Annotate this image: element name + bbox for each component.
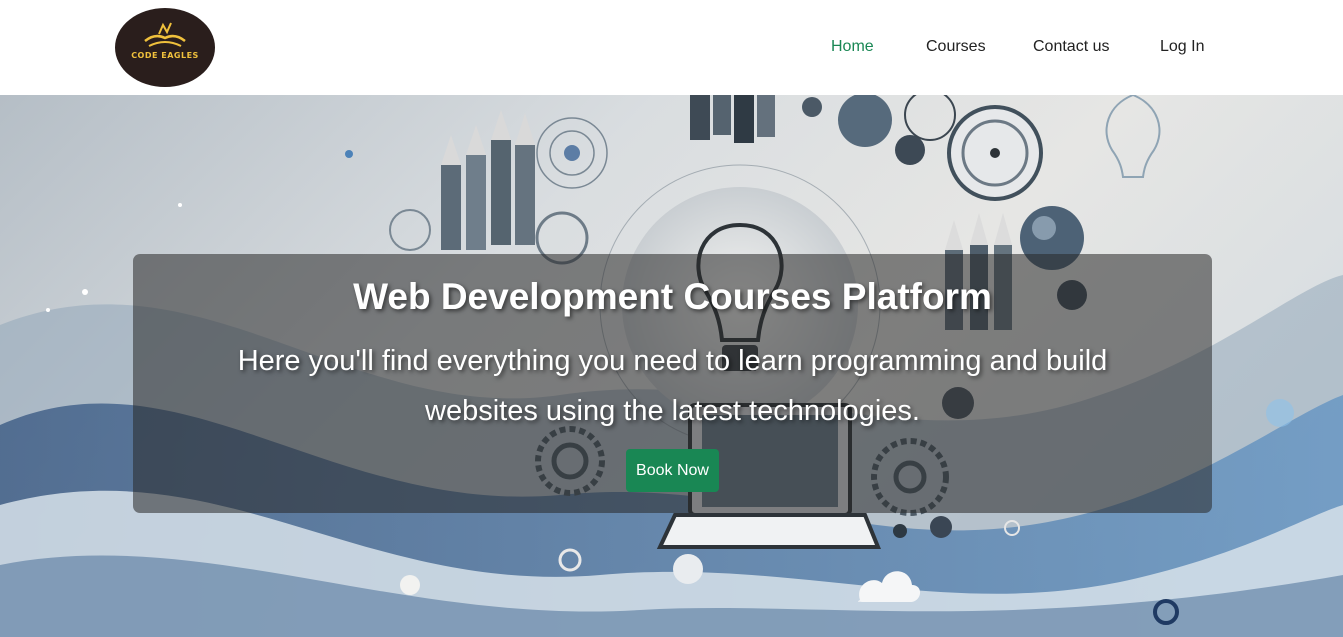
nav-link-log-in[interactable]: Log In [1160,38,1204,56]
hero-subtitle: Here you'll find everything you need to … [173,336,1172,436]
nav-link-home[interactable]: Home [831,38,874,56]
hero-subtitle-line-2: websites using the latest technologies. [425,395,920,427]
nav-link-contact-us[interactable]: Contact us [1033,38,1109,56]
nav-link-courses[interactable]: Courses [926,38,986,56]
hero-section: Web Development Courses Platform Here yo… [0,95,1343,637]
hero-subtitle-line-1: Here you'll find everything you need to … [237,345,1108,377]
hero-title: Web Development Courses Platform [353,276,992,317]
hero-overlay: Web Development Courses Platform Here yo… [133,254,1212,513]
book-now-button[interactable]: Book Now [626,449,719,492]
navbar: CODE EAGLES Home Courses Contact us Log … [0,0,1343,95]
main-nav: Home Courses Contact us Log In [0,38,1343,58]
